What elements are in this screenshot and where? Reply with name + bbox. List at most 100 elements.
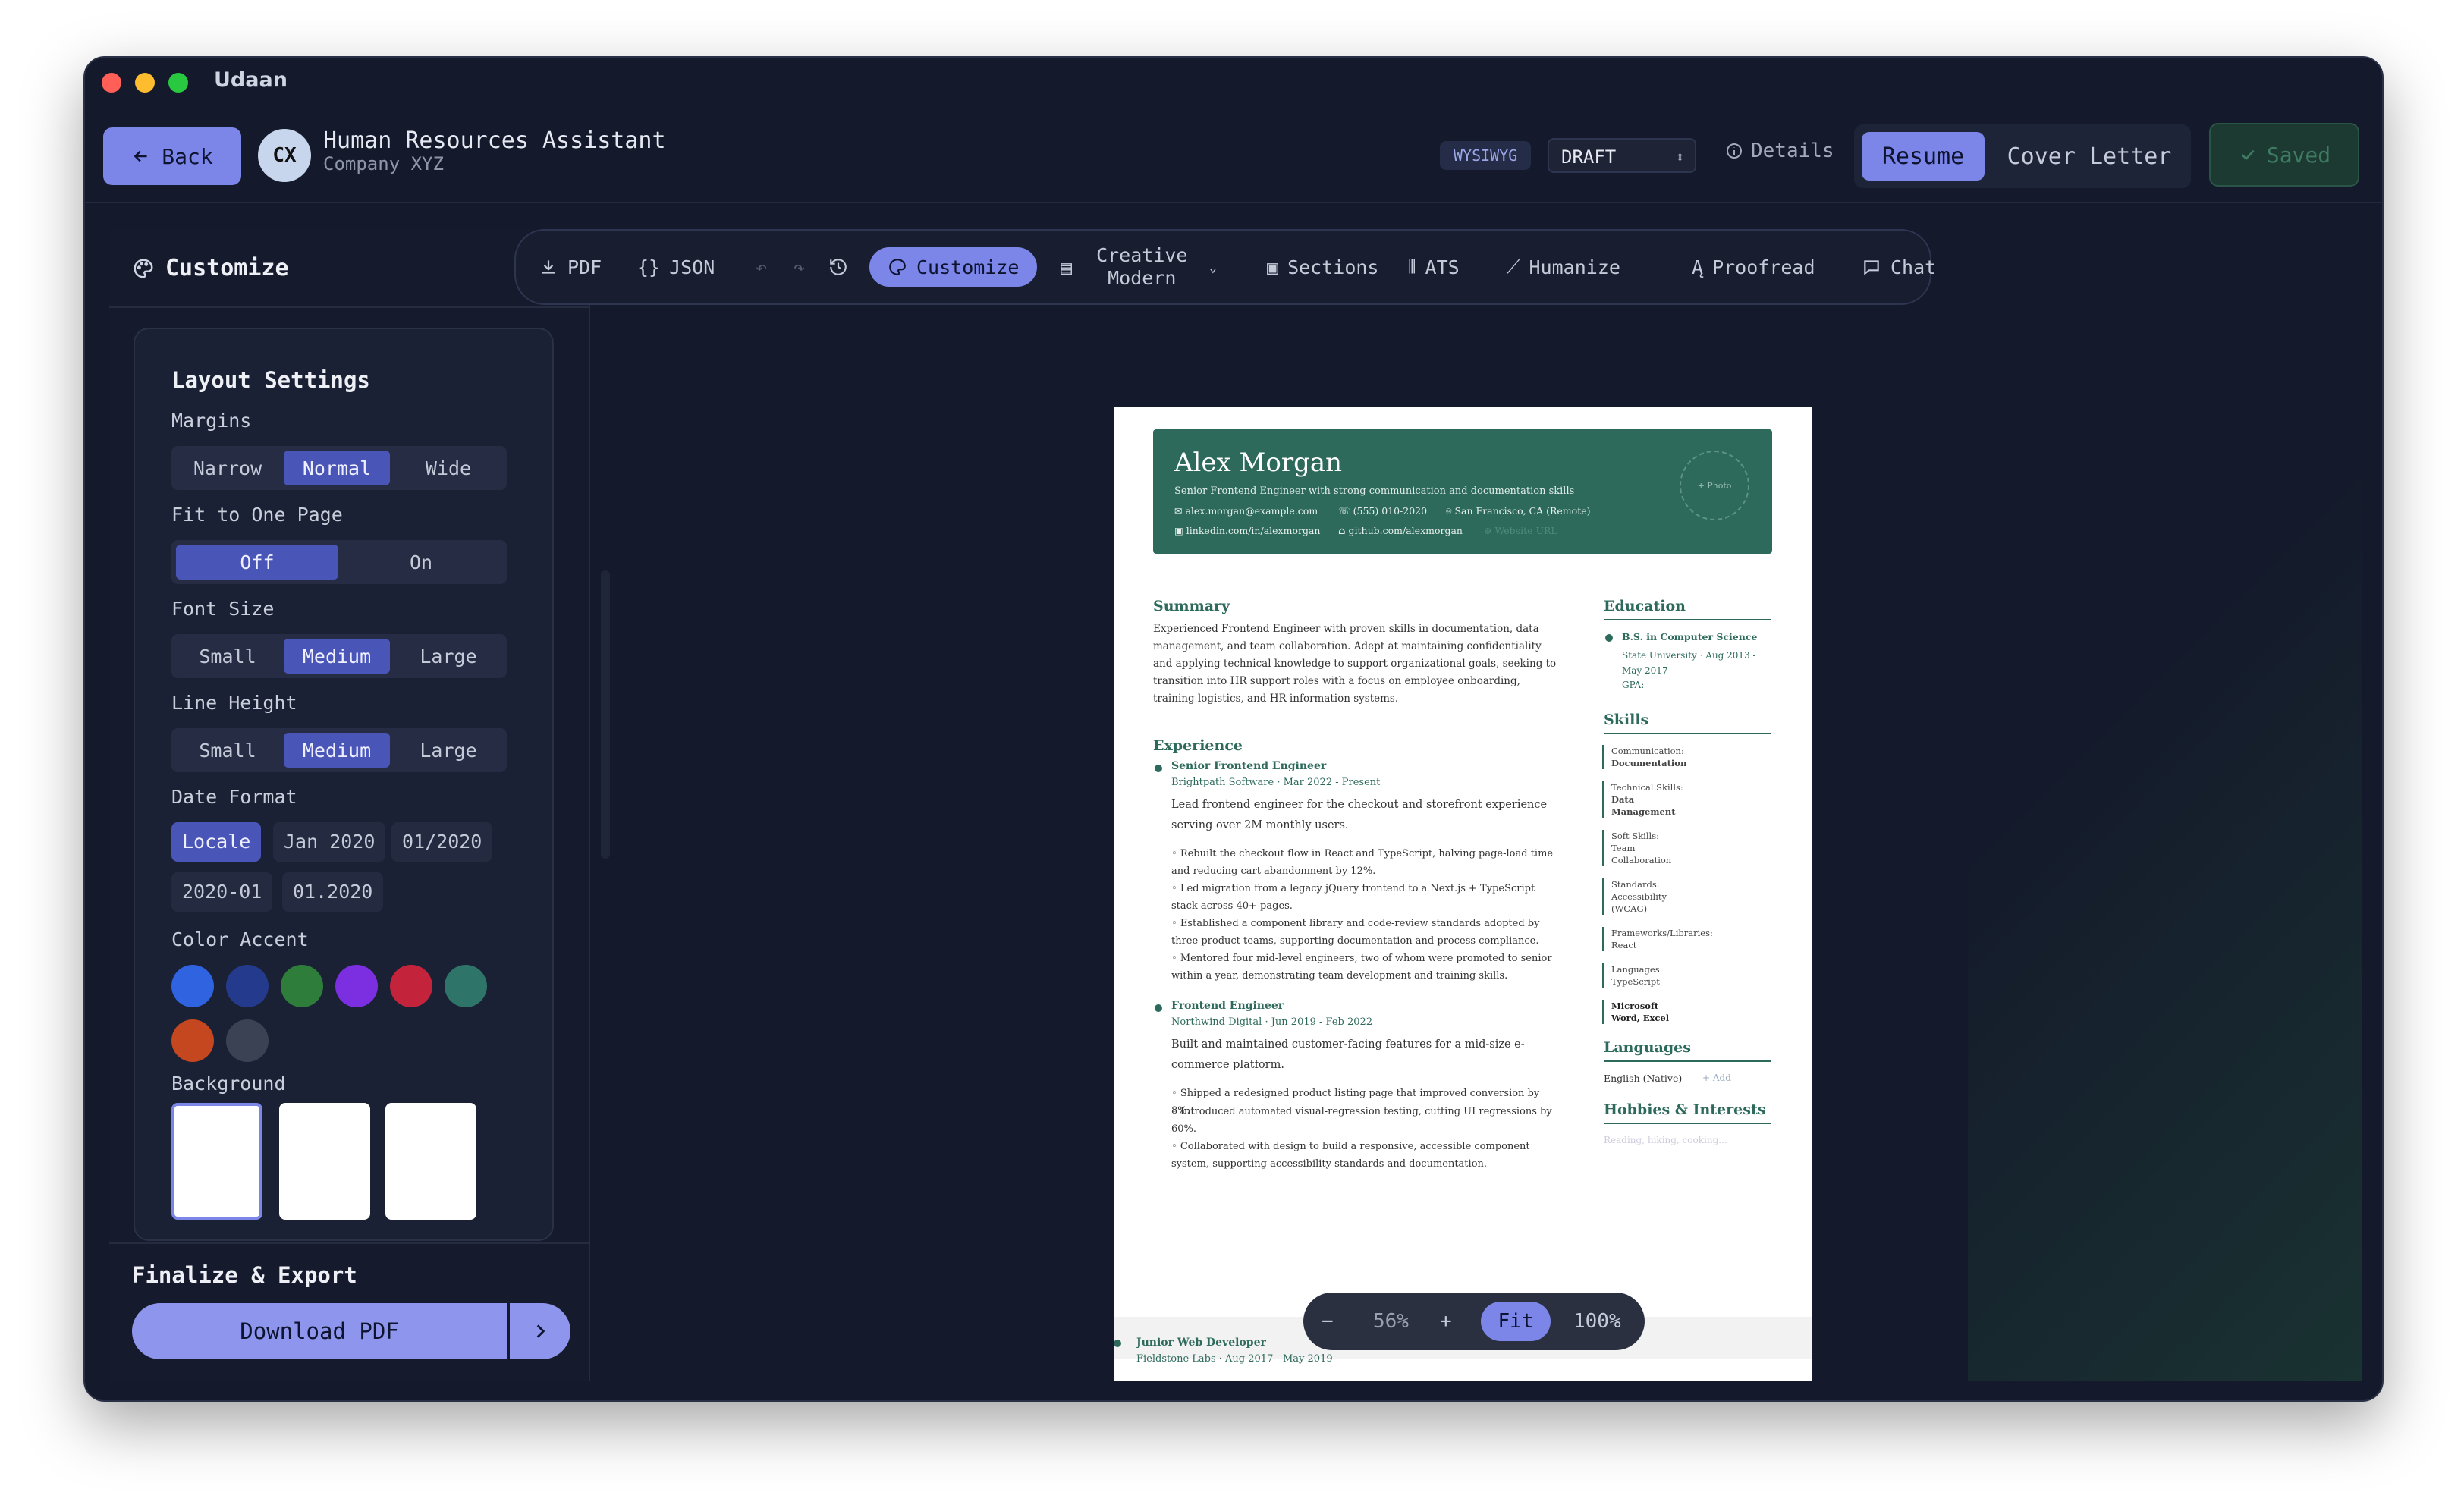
summary-text[interactable]: Experienced Frontend Engineer with prove… [1153, 620, 1558, 708]
template-select[interactable]: ▤ Creative Modern ⌄ [1061, 231, 1217, 303]
contact-github[interactable]: ⌂ github.com/alexmorgan [1338, 525, 1463, 536]
chat-button[interactable]: Chat [1862, 231, 1936, 303]
date-format-locale[interactable]: Locale [171, 822, 262, 862]
fit-off[interactable]: Off [176, 545, 338, 580]
back-button[interactable]: Back [103, 127, 241, 185]
hobbies-placeholder[interactable]: Reading, hiking, cooking... [1604, 1135, 1727, 1145]
proofread-button[interactable]: Ą Proofread [1692, 231, 1815, 303]
zoom-fit-button[interactable]: Fit [1481, 1302, 1551, 1341]
history-button[interactable] [828, 231, 848, 303]
color-swatch-green[interactable] [281, 965, 323, 1007]
job-bullet[interactable]: ◦ Led migration from a legacy jQuery fro… [1171, 880, 1558, 915]
download-pdf-button[interactable]: Download PDF [132, 1303, 507, 1359]
tab-resume[interactable]: Resume [1862, 132, 1985, 181]
panel-scrollbar[interactable] [601, 570, 610, 859]
zoom-controls: − 56% + Fit 100% [1303, 1293, 1645, 1350]
resume-page-1[interactable]: Alex Morgan Senior Frontend Engineer wit… [1114, 407, 1812, 1317]
date-format-slash[interactable]: 01/2020 [391, 822, 493, 862]
color-swatch-blue[interactable] [171, 965, 214, 1007]
job-description[interactable]: Lead frontend engineer for the checkout … [1171, 795, 1558, 836]
gpa[interactable]: GPA: [1622, 680, 1644, 690]
zoom-in-button[interactable]: + [1440, 1293, 1452, 1350]
zoom-100-button[interactable]: 100% [1573, 1293, 1621, 1350]
job-bullet[interactable]: ◦ Collaborated with design to build a re… [1171, 1138, 1558, 1173]
background-option-2[interactable] [279, 1103, 370, 1220]
close-window-button[interactable] [102, 73, 121, 93]
contact-phone[interactable]: ☏ (555) 010-2020 [1338, 505, 1427, 517]
background-option-3[interactable] [385, 1103, 476, 1220]
color-swatch-gray[interactable] [226, 1019, 269, 1062]
palette-icon [889, 259, 906, 275]
zoom-out-button[interactable]: − [1322, 1293, 1334, 1350]
photo-placeholder[interactable]: + Photo [1680, 451, 1749, 520]
color-swatch-red[interactable] [390, 965, 432, 1007]
job-description[interactable]: Built and maintained customer-facing fea… [1171, 1035, 1558, 1076]
contact-linkedin[interactable]: ▣ linkedin.com/in/alexmorgan [1174, 525, 1320, 536]
color-swatch-purple[interactable] [335, 965, 378, 1007]
proofread-label: Proofread [1712, 256, 1815, 278]
skill-item[interactable]: Languages: TypeScript [1602, 963, 1687, 988]
ats-button[interactable]: ⫴ ATS [1408, 231, 1460, 303]
color-swatch-navy[interactable] [226, 965, 269, 1007]
resume-tagline[interactable]: Senior Frontend Engineer with strong com… [1174, 485, 1574, 497]
details-button[interactable]: Details [1725, 140, 1834, 162]
job-bullet[interactable]: ◦ Established a component library and co… [1171, 915, 1558, 950]
margin-narrow[interactable]: Narrow [176, 451, 279, 485]
undo-button[interactable]: ↶ [756, 231, 767, 303]
contact-location[interactable]: ⌾ San Francisco, CA (Remote) [1446, 505, 1591, 517]
skill-item[interactable]: Standards: Accessibility (WCAG) [1602, 878, 1672, 915]
job-bullet[interactable]: ◦ Mentored four mid-level engineers, two… [1171, 950, 1558, 985]
saved-button[interactable]: Saved [2209, 123, 2359, 187]
redo-button[interactable]: ↷ [794, 231, 805, 303]
status-select[interactable]: DRAFT ⇕ [1548, 138, 1696, 173]
background-option-white[interactable] [171, 1103, 262, 1220]
add-language-button[interactable]: + Add [1702, 1073, 1731, 1083]
skill-item[interactable]: Frameworks/Libraries: React [1602, 927, 1725, 951]
contact-website[interactable]: ⊕ Website URL [1484, 525, 1557, 536]
maximize-window-button[interactable] [168, 73, 188, 93]
fit-on[interactable]: On [340, 545, 502, 580]
skill-item[interactable]: Technical Skills: Data Management [1602, 781, 1687, 818]
job-bullet[interactable]: ◦ Rebuilt the checkout flow in React and… [1171, 845, 1558, 880]
date-format-iso[interactable]: 2020-01 [171, 872, 273, 912]
font-size-medium[interactable]: Medium [284, 639, 390, 674]
skill-item[interactable]: Communication: Documentation [1602, 745, 1725, 769]
color-swatch-orange[interactable] [171, 1019, 214, 1062]
margin-normal[interactable]: Normal [284, 451, 390, 485]
job-bullet[interactable]: ◦ Introduced automated visual-regression… [1171, 1103, 1558, 1138]
job-bullet-text: Rebuilt the checkout flow in React and T… [1171, 848, 1554, 877]
humanize-button[interactable]: ⟋ Humanize [1507, 231, 1620, 303]
line-height-small[interactable]: Small [176, 733, 279, 768]
skill-item[interactable]: Microsoft Word, Excel [1602, 1000, 1680, 1024]
fit-page-label: Fit to One Page [171, 504, 343, 526]
font-size-small[interactable]: Small [176, 639, 279, 674]
customize-button[interactable]: Customize [869, 247, 1038, 287]
minimize-window-button[interactable] [135, 73, 155, 93]
contact-email[interactable]: ✉ alex.morgan@example.com [1174, 505, 1318, 517]
font-size-large[interactable]: Large [394, 639, 502, 674]
line-height-large[interactable]: Large [394, 733, 502, 768]
date-format-dot[interactable]: 01.2020 [282, 872, 384, 912]
degree[interactable]: B.S. in Computer Science [1622, 631, 1757, 642]
color-swatch-teal[interactable] [445, 965, 487, 1007]
linkedin-icon: ▣ [1174, 525, 1186, 536]
skill-item[interactable]: Soft Skills: Team Collaboration [1602, 830, 1672, 866]
sections-button[interactable]: ▣ Sections [1267, 231, 1378, 303]
resume-name[interactable]: Alex Morgan [1174, 448, 1342, 478]
tab-cover-letter[interactable]: Cover Letter [1998, 132, 2180, 181]
school-meta[interactable]: State University · Aug 2013 - May 2017 [1622, 648, 1766, 678]
job-meta[interactable]: Northwind Digital · Jun 2019 - Feb 2022 [1171, 1016, 1372, 1028]
export-json-button[interactable]: {} JSON [637, 231, 715, 303]
export-options-button[interactable] [510, 1303, 570, 1359]
margin-wide[interactable]: Wide [394, 451, 502, 485]
job-title[interactable]: Frontend Engineer [1171, 1000, 1284, 1012]
job-title[interactable]: Senior Frontend Engineer [1171, 760, 1326, 772]
page2-job-title-text[interactable]: Junior Web Developer [1136, 1337, 1266, 1349]
export-pdf-button[interactable]: PDF [539, 231, 602, 303]
line-height-medium[interactable]: Medium [284, 733, 390, 768]
skill-value: Documentation [1611, 758, 1687, 768]
job-meta[interactable]: Brightpath Software · Mar 2022 - Present [1171, 777, 1380, 788]
language-item[interactable]: English (Native) [1604, 1073, 1682, 1084]
page2-job-meta[interactable]: Fieldstone Labs · Aug 2017 - May 2019 [1136, 1353, 1333, 1365]
date-format-mon-year[interactable]: Jan 2020 [273, 822, 386, 862]
